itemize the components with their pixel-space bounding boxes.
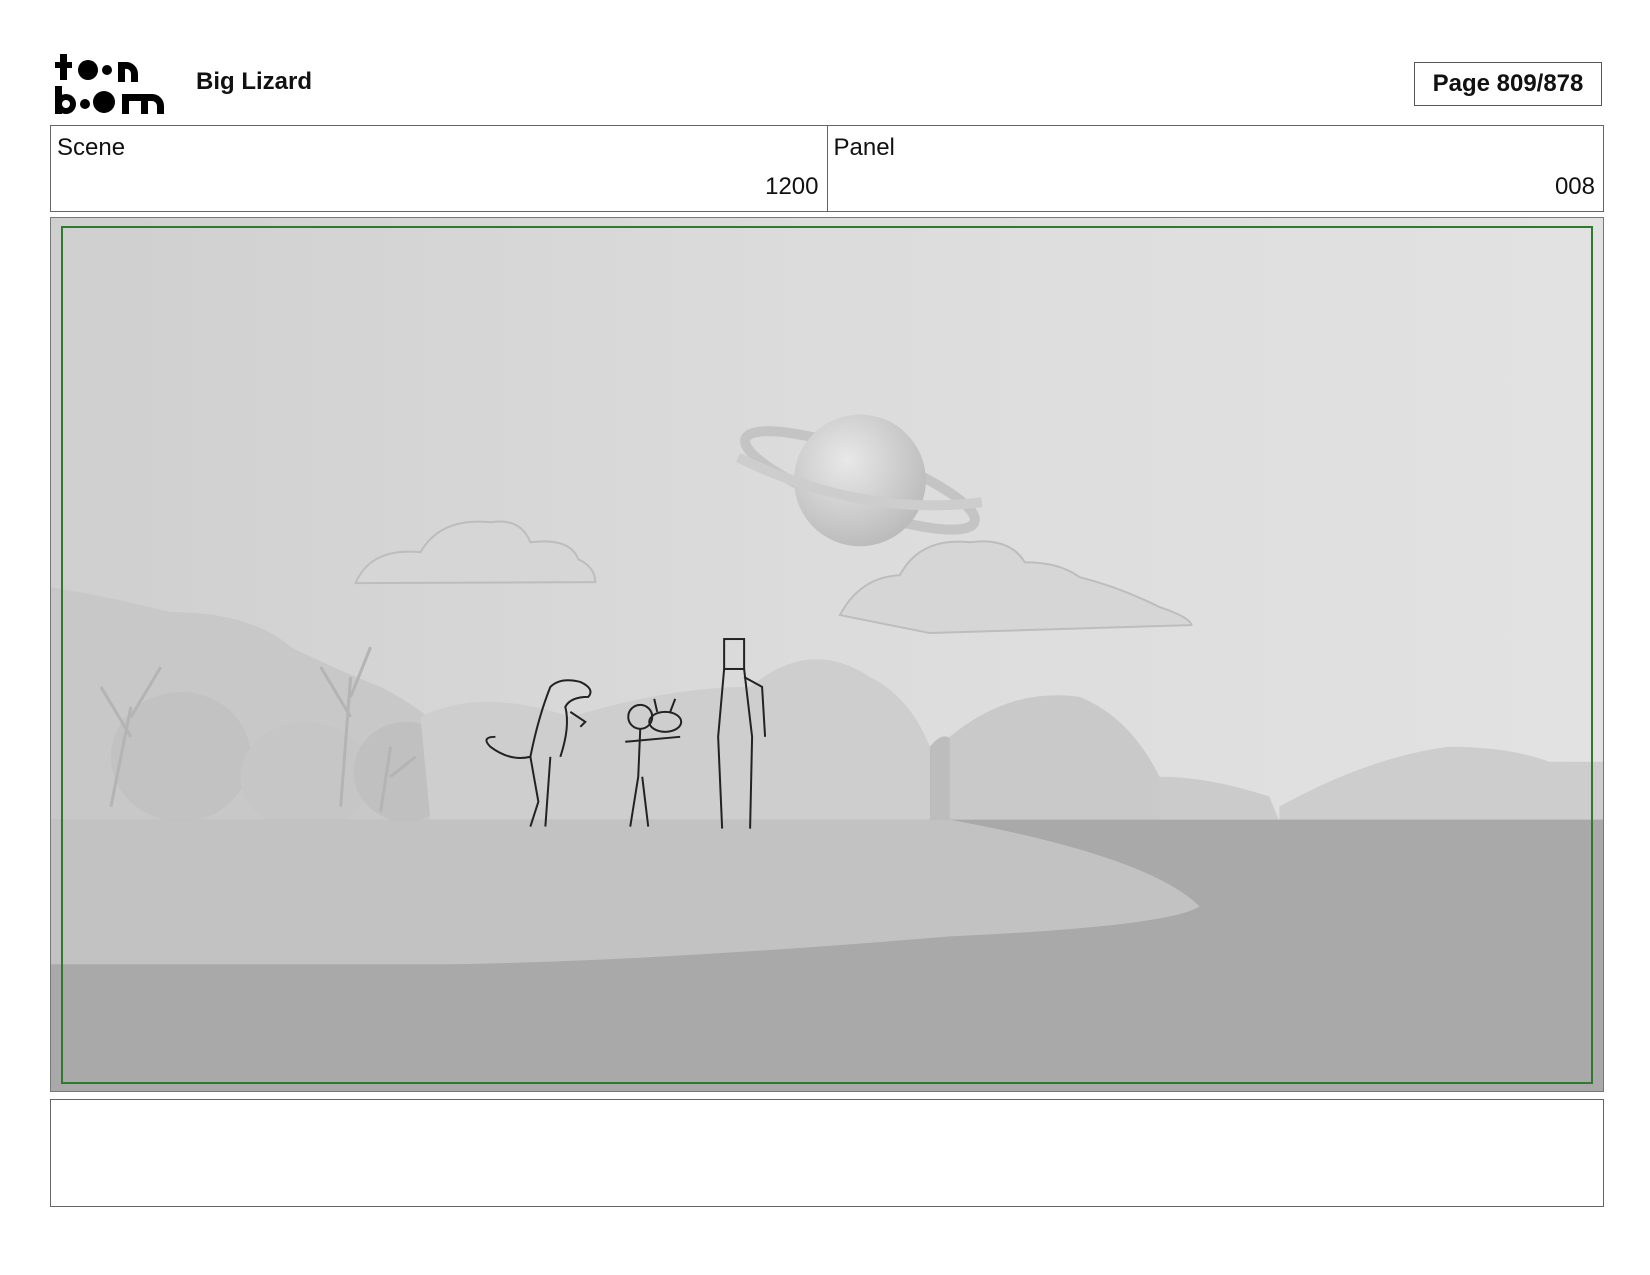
page-number: Page 809/878 — [1414, 62, 1602, 106]
scene-cell: Scene 1200 — [51, 126, 827, 211]
scene-panel-info: Scene 1200 Panel 008 — [50, 125, 1604, 212]
panel-number: 008 — [1554, 173, 1595, 200]
toonboom-logo — [55, 54, 164, 114]
scene-number: 1200 — [765, 173, 819, 200]
storyboard-panel — [50, 217, 1604, 1092]
panel-label: Panel — [833, 134, 895, 161]
panel-notes-box — [50, 1099, 1604, 1207]
safe-area-frame — [61, 226, 1593, 1084]
panel-cell: Panel 008 — [826, 126, 1604, 211]
scene-label: Scene — [57, 134, 126, 161]
project-title: Big Lizard — [196, 68, 313, 95]
